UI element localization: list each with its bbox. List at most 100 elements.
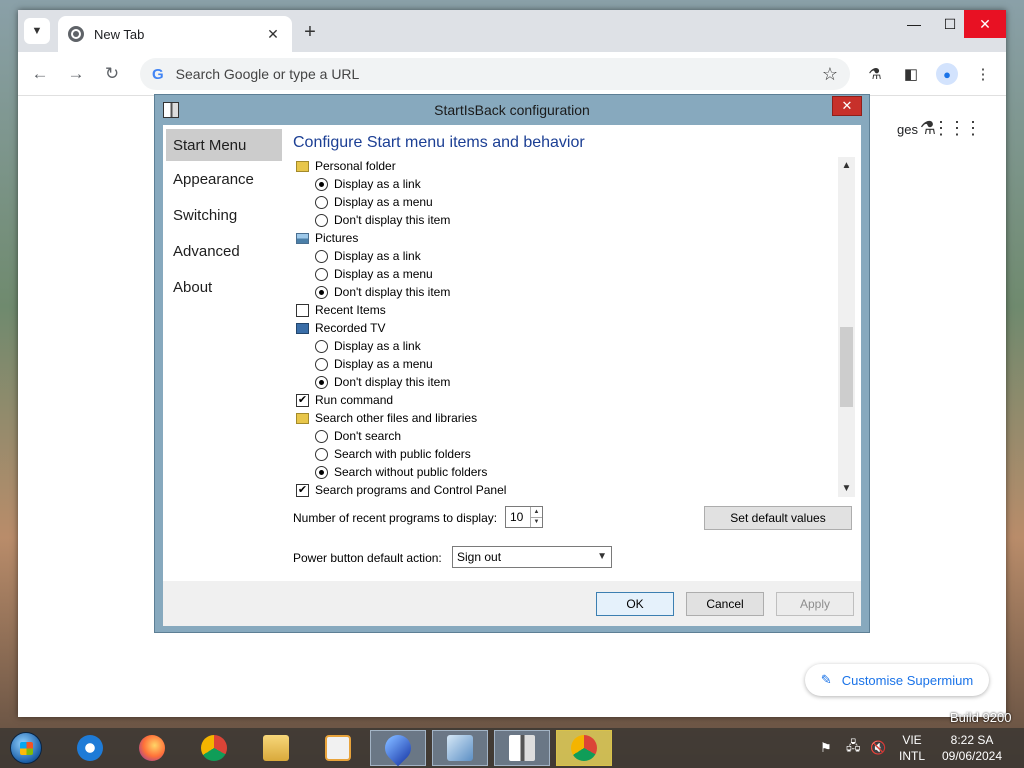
checkbox[interactable]: ✔ [296, 393, 309, 407]
radio-button[interactable] [315, 429, 328, 443]
radio-button[interactable] [315, 213, 328, 227]
taskbar-chrome[interactable] [186, 730, 242, 766]
labs-flask-icon[interactable]: ⚗ [864, 63, 886, 85]
taskbar-firefox[interactable] [124, 730, 180, 766]
recent-programs-stepper[interactable]: 10 ▲ ▼ [505, 506, 543, 528]
ok-button[interactable]: OK [596, 592, 674, 616]
radio-option[interactable]: Display as a link [293, 175, 853, 193]
ntp-images-link[interactable]: ges [897, 122, 918, 137]
radio-option[interactable]: Don't display this item [293, 283, 853, 301]
stepper-up-icon[interactable]: ▲ [531, 507, 542, 518]
radio-option[interactable]: Search with public folders [293, 445, 853, 463]
option-label: Don't display this item [334, 213, 451, 227]
radio-button[interactable] [315, 375, 328, 389]
forward-arrow-icon[interactable]: → [64, 62, 88, 86]
radio-button[interactable] [315, 267, 328, 281]
radio-button[interactable] [315, 249, 328, 263]
scroll-up-arrow-icon[interactable]: ▲ [838, 157, 855, 174]
windows-build-watermark: Build 9200 [950, 710, 1012, 725]
nav-item-appearance[interactable]: Appearance [166, 161, 282, 197]
option-label: Search other files and libraries [315, 411, 478, 425]
network-icon[interactable]: 🖧 [846, 728, 861, 768]
settings-nav: Start Menu Appearance Switching Advanced Abo… [166, 129, 282, 305]
nav-item-advanced[interactable]: Advanced [166, 233, 282, 269]
nav-item-start-menu[interactable]: Start Menu [166, 129, 282, 161]
menu-kebab-icon[interactable]: ⋮ [972, 63, 994, 85]
dialog-body: Start Menu Appearance Switching Advanced Abo… [163, 125, 861, 581]
option-label: Display as a link [334, 339, 421, 353]
tab-new-tab[interactable]: New Tab ✕ [58, 16, 292, 52]
radio-option[interactable]: Don't search [293, 427, 853, 445]
apply-button[interactable]: Apply [776, 592, 854, 616]
flag-icon[interactable]: ⚑ [820, 728, 832, 768]
stepper-down-icon[interactable]: ▼ [531, 518, 542, 528]
option-label: Pictures [315, 231, 359, 245]
cancel-button[interactable]: Cancel [686, 592, 764, 616]
radio-option[interactable]: Display as a menu [293, 193, 853, 211]
taskbar-file-explorer[interactable] [248, 730, 304, 766]
dialog-close-button[interactable]: ✕ [832, 96, 862, 116]
checkbox-option[interactable]: Recent Items [293, 301, 853, 319]
google-g-icon: G [152, 65, 164, 83]
back-arrow-icon[interactable]: ← [28, 62, 52, 86]
volume-muted-icon[interactable]: 🔇 [870, 728, 886, 768]
tab-close-icon[interactable]: ✕ [264, 26, 282, 43]
radio-button[interactable] [315, 339, 328, 353]
bookmark-star-icon[interactable]: ☆ [822, 64, 838, 85]
checkbox[interactable]: ✔ [296, 483, 309, 497]
set-default-values-button[interactable]: Set default values [704, 506, 852, 530]
option-label: Search with public folders [334, 447, 471, 461]
group-header: Recorded TV [293, 319, 853, 337]
tab-search-dropdown-icon[interactable]: ▼ [24, 18, 50, 44]
window-close-button[interactable]: ✕ [964, 10, 1006, 38]
pencil-icon: ✎ [820, 672, 832, 687]
new-tab-button[interactable]: + [298, 20, 322, 44]
customise-button[interactable]: ✎ Customise Supermium [805, 664, 989, 696]
scroll-thumb[interactable] [840, 327, 853, 407]
system-clock[interactable]: 8:22 SA 09/06/2024 [936, 732, 1008, 764]
radio-option[interactable]: Display as a link [293, 337, 853, 355]
radio-button[interactable] [315, 465, 328, 479]
taskbar-internet-explorer[interactable] [62, 730, 118, 766]
side-panel-icon[interactable]: ◧ [900, 63, 922, 85]
omnibox[interactable]: G ☆ [140, 58, 850, 90]
radio-option[interactable]: Don't display this item [293, 373, 853, 391]
address-bar-input[interactable] [175, 66, 822, 82]
scroll-down-arrow-icon[interactable]: ▼ [838, 480, 855, 497]
reload-icon[interactable]: ↻ [100, 62, 124, 86]
radio-option[interactable]: Display as a link [293, 247, 853, 265]
taskbar-supermium[interactable] [556, 730, 612, 766]
taskbar-droplet-app[interactable] [370, 729, 426, 767]
radio-button[interactable] [315, 177, 328, 191]
taskbar-startisback[interactable] [494, 730, 550, 766]
nav-item-switching[interactable]: Switching [166, 197, 282, 233]
radio-button[interactable] [315, 285, 328, 299]
radio-option[interactable]: Don't display this item [293, 211, 853, 229]
taskbar-media-player[interactable] [310, 730, 366, 766]
dialog-footer: OK Cancel Apply [163, 581, 861, 626]
checkbox-option[interactable]: ✔ Run command [293, 391, 853, 409]
start-button[interactable] [6, 730, 46, 766]
language-code: VIE [902, 733, 922, 747]
radio-button[interactable] [315, 357, 328, 371]
radio-option[interactable]: Search without public folders [293, 463, 853, 481]
option-label: Don't display this item [334, 375, 451, 389]
taskbar-control-panel[interactable] [432, 730, 488, 766]
radio-option[interactable]: Display as a menu [293, 265, 853, 283]
checkbox-option[interactable]: ✔ Search programs and Control Panel [293, 481, 853, 497]
minimize-button[interactable]: — [896, 10, 932, 38]
profile-avatar-icon[interactable]: ● [936, 63, 958, 85]
radio-button[interactable] [315, 447, 328, 461]
taskbar: ⚑ 🖧 🔇 VIE INTL 8:22 SA 09/06/2024 [0, 728, 1024, 768]
input-language-indicator[interactable]: VIE INTL [895, 732, 929, 764]
recent-programs-value[interactable]: 10 [506, 510, 530, 524]
power-action-select[interactable]: Sign out ▼ [452, 546, 612, 568]
apps-grid-icon[interactable]: ⋮⋮⋮ [932, 118, 982, 139]
maximize-button[interactable]: ☐ [932, 10, 968, 38]
nav-item-about[interactable]: About [166, 269, 282, 305]
radio-option[interactable]: Display as a menu [293, 355, 853, 373]
list-scrollbar[interactable]: ▲ ▼ [838, 157, 855, 497]
radio-button[interactable] [315, 195, 328, 209]
checkbox[interactable] [296, 303, 309, 317]
person-folder-icon [296, 160, 309, 172]
